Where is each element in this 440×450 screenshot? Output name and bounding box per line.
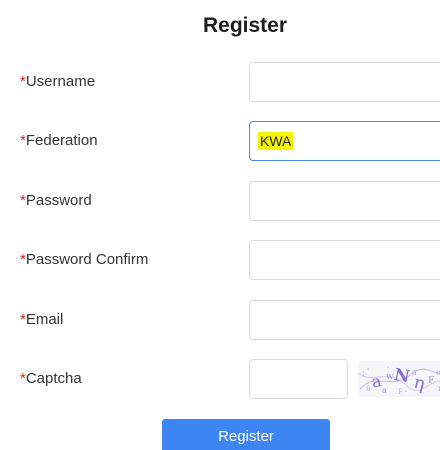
email-input[interactable] xyxy=(249,300,440,340)
password-row: *Password xyxy=(0,181,440,221)
captcha-row: *Captcha ; 6 a a w N F a η F e r xyxy=(0,359,440,399)
federation-row: *Federation KWA xyxy=(0,121,440,161)
email-label-text: Email xyxy=(25,311,64,328)
svg-text:N: N xyxy=(393,365,412,387)
federation-label: *Federation xyxy=(20,132,98,149)
captcha-image[interactable]: ; 6 a a w N F a η F e r xyxy=(358,361,440,397)
svg-text:F: F xyxy=(428,376,434,386)
captcha-noise-graphic: ; 6 a a w N F a η F e r xyxy=(358,365,440,396)
svg-text:;: ; xyxy=(362,368,365,377)
captcha-label-text: Captcha xyxy=(25,370,82,387)
federation-label-text: Federation xyxy=(25,132,98,149)
captcha-input[interactable] xyxy=(249,359,348,399)
password-confirm-label: *Password Confirm xyxy=(20,251,148,268)
username-input[interactable] xyxy=(249,62,440,102)
password-input[interactable] xyxy=(249,181,440,221)
password-confirm-row: *Password Confirm xyxy=(0,240,440,280)
email-row: *Email xyxy=(0,300,440,340)
password-confirm-label-text: Password Confirm xyxy=(25,251,149,268)
password-label: *Password xyxy=(20,192,92,209)
username-row: *Username xyxy=(0,62,440,102)
register-button[interactable]: Register xyxy=(162,419,330,450)
federation-input[interactable]: KWA xyxy=(249,121,440,161)
password-label-text: Password xyxy=(25,192,92,209)
captcha-label: *Captcha xyxy=(20,370,82,387)
password-confirm-input[interactable] xyxy=(249,240,440,280)
svg-text:a: a xyxy=(382,386,387,395)
email-label: *Email xyxy=(20,311,63,328)
username-label-text: Username xyxy=(25,73,96,90)
username-label: *Username xyxy=(20,73,95,90)
svg-text:e: e xyxy=(436,368,440,377)
page-title: Register xyxy=(202,14,288,37)
register-page: Register *Username *Federation KWA *Pass… xyxy=(0,0,440,450)
federation-input-value: KWA xyxy=(258,132,294,150)
svg-text:F: F xyxy=(398,388,403,396)
svg-text:6: 6 xyxy=(366,385,371,393)
